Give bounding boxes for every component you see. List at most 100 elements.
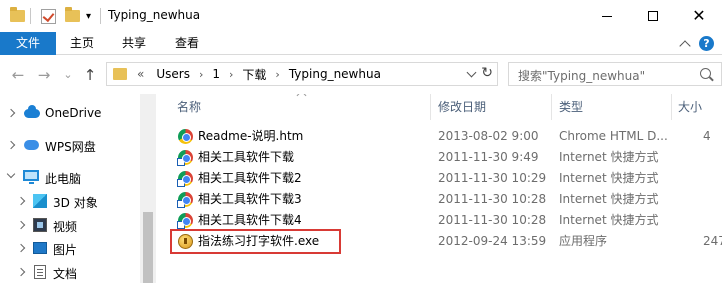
maximize-button[interactable] bbox=[630, 0, 676, 32]
file-row[interactable]: 相关工具软件下载4 2011-11-30 10:28 Internet 快捷方式 bbox=[157, 210, 722, 231]
title-bar: ▾ Typing_newhua ✕ bbox=[0, 0, 722, 32]
address-dropdown-icon[interactable] bbox=[466, 67, 477, 78]
breadcrumb-separator: › bbox=[198, 67, 204, 81]
breadcrumb: « Users › 1 › 下载 › Typing_newhua bbox=[135, 66, 383, 83]
sidebar-item-videos[interactable]: 视频 bbox=[0, 214, 140, 236]
address-bar[interactable]: « Users › 1 › 下载 › Typing_newhua ↻ bbox=[106, 62, 498, 86]
collapse-ribbon-icon[interactable] bbox=[679, 39, 691, 52]
file-name: 相关工具软件下载3 bbox=[198, 192, 302, 206]
search-input[interactable]: 搜索"Typing_newhua" bbox=[508, 62, 722, 86]
column-divider[interactable] bbox=[430, 94, 431, 120]
quick-access-dropdown-icon[interactable]: ▾ bbox=[86, 6, 91, 26]
expand-arrow-icon[interactable] bbox=[16, 196, 26, 206]
column-header-size[interactable]: 大小 bbox=[678, 94, 702, 120]
file-row[interactable]: 相关工具软件下载2 2011-11-30 10:29 Internet 快捷方式 bbox=[157, 168, 722, 189]
tab-view[interactable]: 查看 bbox=[163, 32, 211, 55]
sidebar-item-label: OneDrive bbox=[45, 106, 102, 120]
internet-shortcut-icon bbox=[177, 213, 193, 229]
onedrive-icon bbox=[24, 105, 40, 118]
close-icon: ✕ bbox=[692, 6, 706, 25]
breadcrumb-separator: › bbox=[229, 67, 234, 81]
file-type: Internet 快捷方式 bbox=[559, 171, 659, 185]
file-row[interactable]: 相关工具软件下载3 2011-11-30 10:28 Internet 快捷方式 bbox=[157, 189, 722, 210]
tab-home[interactable]: 主页 bbox=[58, 32, 106, 55]
file-type: Internet 快捷方式 bbox=[559, 192, 659, 206]
maximize-icon bbox=[648, 11, 658, 21]
breadcrumb-downloads[interactable]: 下载 bbox=[240, 66, 268, 83]
sidebar-item-documents[interactable]: 文档 bbox=[0, 261, 140, 283]
internet-shortcut-icon bbox=[177, 171, 193, 187]
search-icon[interactable] bbox=[700, 68, 711, 79]
file-type: Internet 快捷方式 bbox=[559, 150, 659, 164]
column-header-date[interactable]: 修改日期 bbox=[438, 94, 486, 120]
video-icon bbox=[33, 218, 47, 232]
minimize-icon bbox=[602, 15, 612, 17]
file-type: Chrome HTML D... bbox=[559, 129, 667, 143]
forward-arrow-icon[interactable]: → bbox=[34, 65, 54, 85]
sidebar-item-label: 视频 bbox=[53, 220, 78, 234]
file-row[interactable]: 相关工具软件下载 2011-11-30 9:49 Internet 快捷方式 bbox=[157, 147, 722, 168]
address-folder-icon bbox=[113, 68, 127, 80]
file-date: 2012-09-24 13:59 bbox=[438, 234, 547, 248]
properties-check-icon[interactable] bbox=[41, 6, 56, 26]
help-icon[interactable]: ? bbox=[699, 36, 714, 51]
expand-arrow-icon[interactable] bbox=[6, 108, 16, 118]
navigation-scrollbar-thumb[interactable] bbox=[143, 212, 153, 283]
minimize-button[interactable] bbox=[584, 0, 630, 32]
highlight-annotation-box bbox=[170, 229, 341, 254]
breadcrumb-users[interactable]: Users bbox=[154, 67, 192, 81]
sidebar-item-label: 图片 bbox=[53, 243, 78, 257]
navigation-bar: ← → ⌄ ↑ « Users › 1 › 下载 › Typing_newhua… bbox=[0, 56, 722, 94]
column-header-type[interactable]: 类型 bbox=[559, 94, 583, 120]
wps-cloud-icon bbox=[24, 140, 39, 150]
3d-objects-icon bbox=[33, 194, 47, 208]
sidebar-item-pictures[interactable]: 图片 bbox=[0, 237, 140, 259]
file-type: 应用程序 bbox=[559, 234, 608, 248]
sidebar-item-this-pc[interactable]: 此电脑 bbox=[0, 166, 140, 188]
new-folder-icon[interactable] bbox=[65, 6, 80, 26]
refresh-icon[interactable]: ↻ bbox=[481, 65, 493, 81]
close-button[interactable]: ✕ bbox=[676, 0, 722, 32]
file-row[interactable]: Readme-说明.htm 2013-08-02 9:00 Chrome HTM… bbox=[157, 126, 722, 147]
file-size: 247 bbox=[703, 234, 722, 248]
pictures-icon bbox=[33, 242, 47, 254]
navigation-pane: OneDrive WPS网盘 此电脑 3D 对象 视频 图片 文档 bbox=[0, 94, 156, 283]
file-type: Internet 快捷方式 bbox=[559, 213, 659, 227]
expand-arrow-icon[interactable] bbox=[16, 243, 26, 253]
file-date: 2011-11-30 10:28 bbox=[438, 213, 547, 227]
file-name: 相关工具软件下载2 bbox=[198, 171, 302, 185]
chrome-html-icon bbox=[178, 129, 193, 144]
back-arrow-icon[interactable]: ← bbox=[8, 65, 28, 85]
window-title: Typing_newhua bbox=[108, 8, 201, 22]
expand-arrow-icon[interactable] bbox=[16, 220, 26, 230]
file-date: 2013-08-02 9:00 bbox=[438, 129, 539, 143]
tab-share[interactable]: 共享 bbox=[110, 32, 158, 55]
sidebar-item-label: WPS网盘 bbox=[45, 140, 96, 154]
tab-file[interactable]: 文件 bbox=[0, 32, 56, 55]
expand-arrow-icon[interactable] bbox=[6, 140, 16, 150]
up-arrow-icon[interactable]: ↑ bbox=[80, 65, 100, 85]
file-date: 2011-11-30 10:29 bbox=[438, 171, 547, 185]
internet-shortcut-icon bbox=[177, 150, 193, 166]
column-header-name[interactable]: 名称 bbox=[177, 94, 201, 120]
breadcrumb-typing-newhua[interactable]: Typing_newhua bbox=[287, 67, 383, 81]
file-date: 2011-11-30 9:49 bbox=[438, 150, 539, 164]
file-list: 名称 修改日期 类型 大小 Readme-说明.htm 2013-08-02 9… bbox=[157, 94, 722, 283]
breadcrumb-overflow[interactable]: « bbox=[135, 67, 146, 81]
app-folder-icon bbox=[10, 6, 25, 26]
sidebar-item-wps-cloud[interactable]: WPS网盘 bbox=[0, 134, 140, 156]
expand-arrow-icon[interactable] bbox=[16, 267, 26, 277]
sidebar-item-label: 文档 bbox=[53, 267, 78, 281]
file-date: 2011-11-30 10:28 bbox=[438, 192, 547, 206]
sidebar-item-3d-objects[interactable]: 3D 对象 bbox=[0, 190, 140, 212]
breadcrumb-separator: › bbox=[275, 67, 280, 81]
file-name: Readme-说明.htm bbox=[198, 129, 304, 143]
collapse-arrow-icon[interactable] bbox=[6, 169, 16, 179]
column-divider[interactable] bbox=[551, 94, 552, 120]
sidebar-item-onedrive[interactable]: OneDrive bbox=[0, 102, 140, 124]
file-size: 4 bbox=[703, 129, 711, 143]
breadcrumb-user-1[interactable]: 1 bbox=[210, 67, 222, 81]
column-divider[interactable] bbox=[671, 94, 672, 120]
recent-locations-chevron-icon[interactable]: ⌄ bbox=[58, 65, 78, 85]
file-name: 相关工具软件下载4 bbox=[198, 213, 302, 227]
